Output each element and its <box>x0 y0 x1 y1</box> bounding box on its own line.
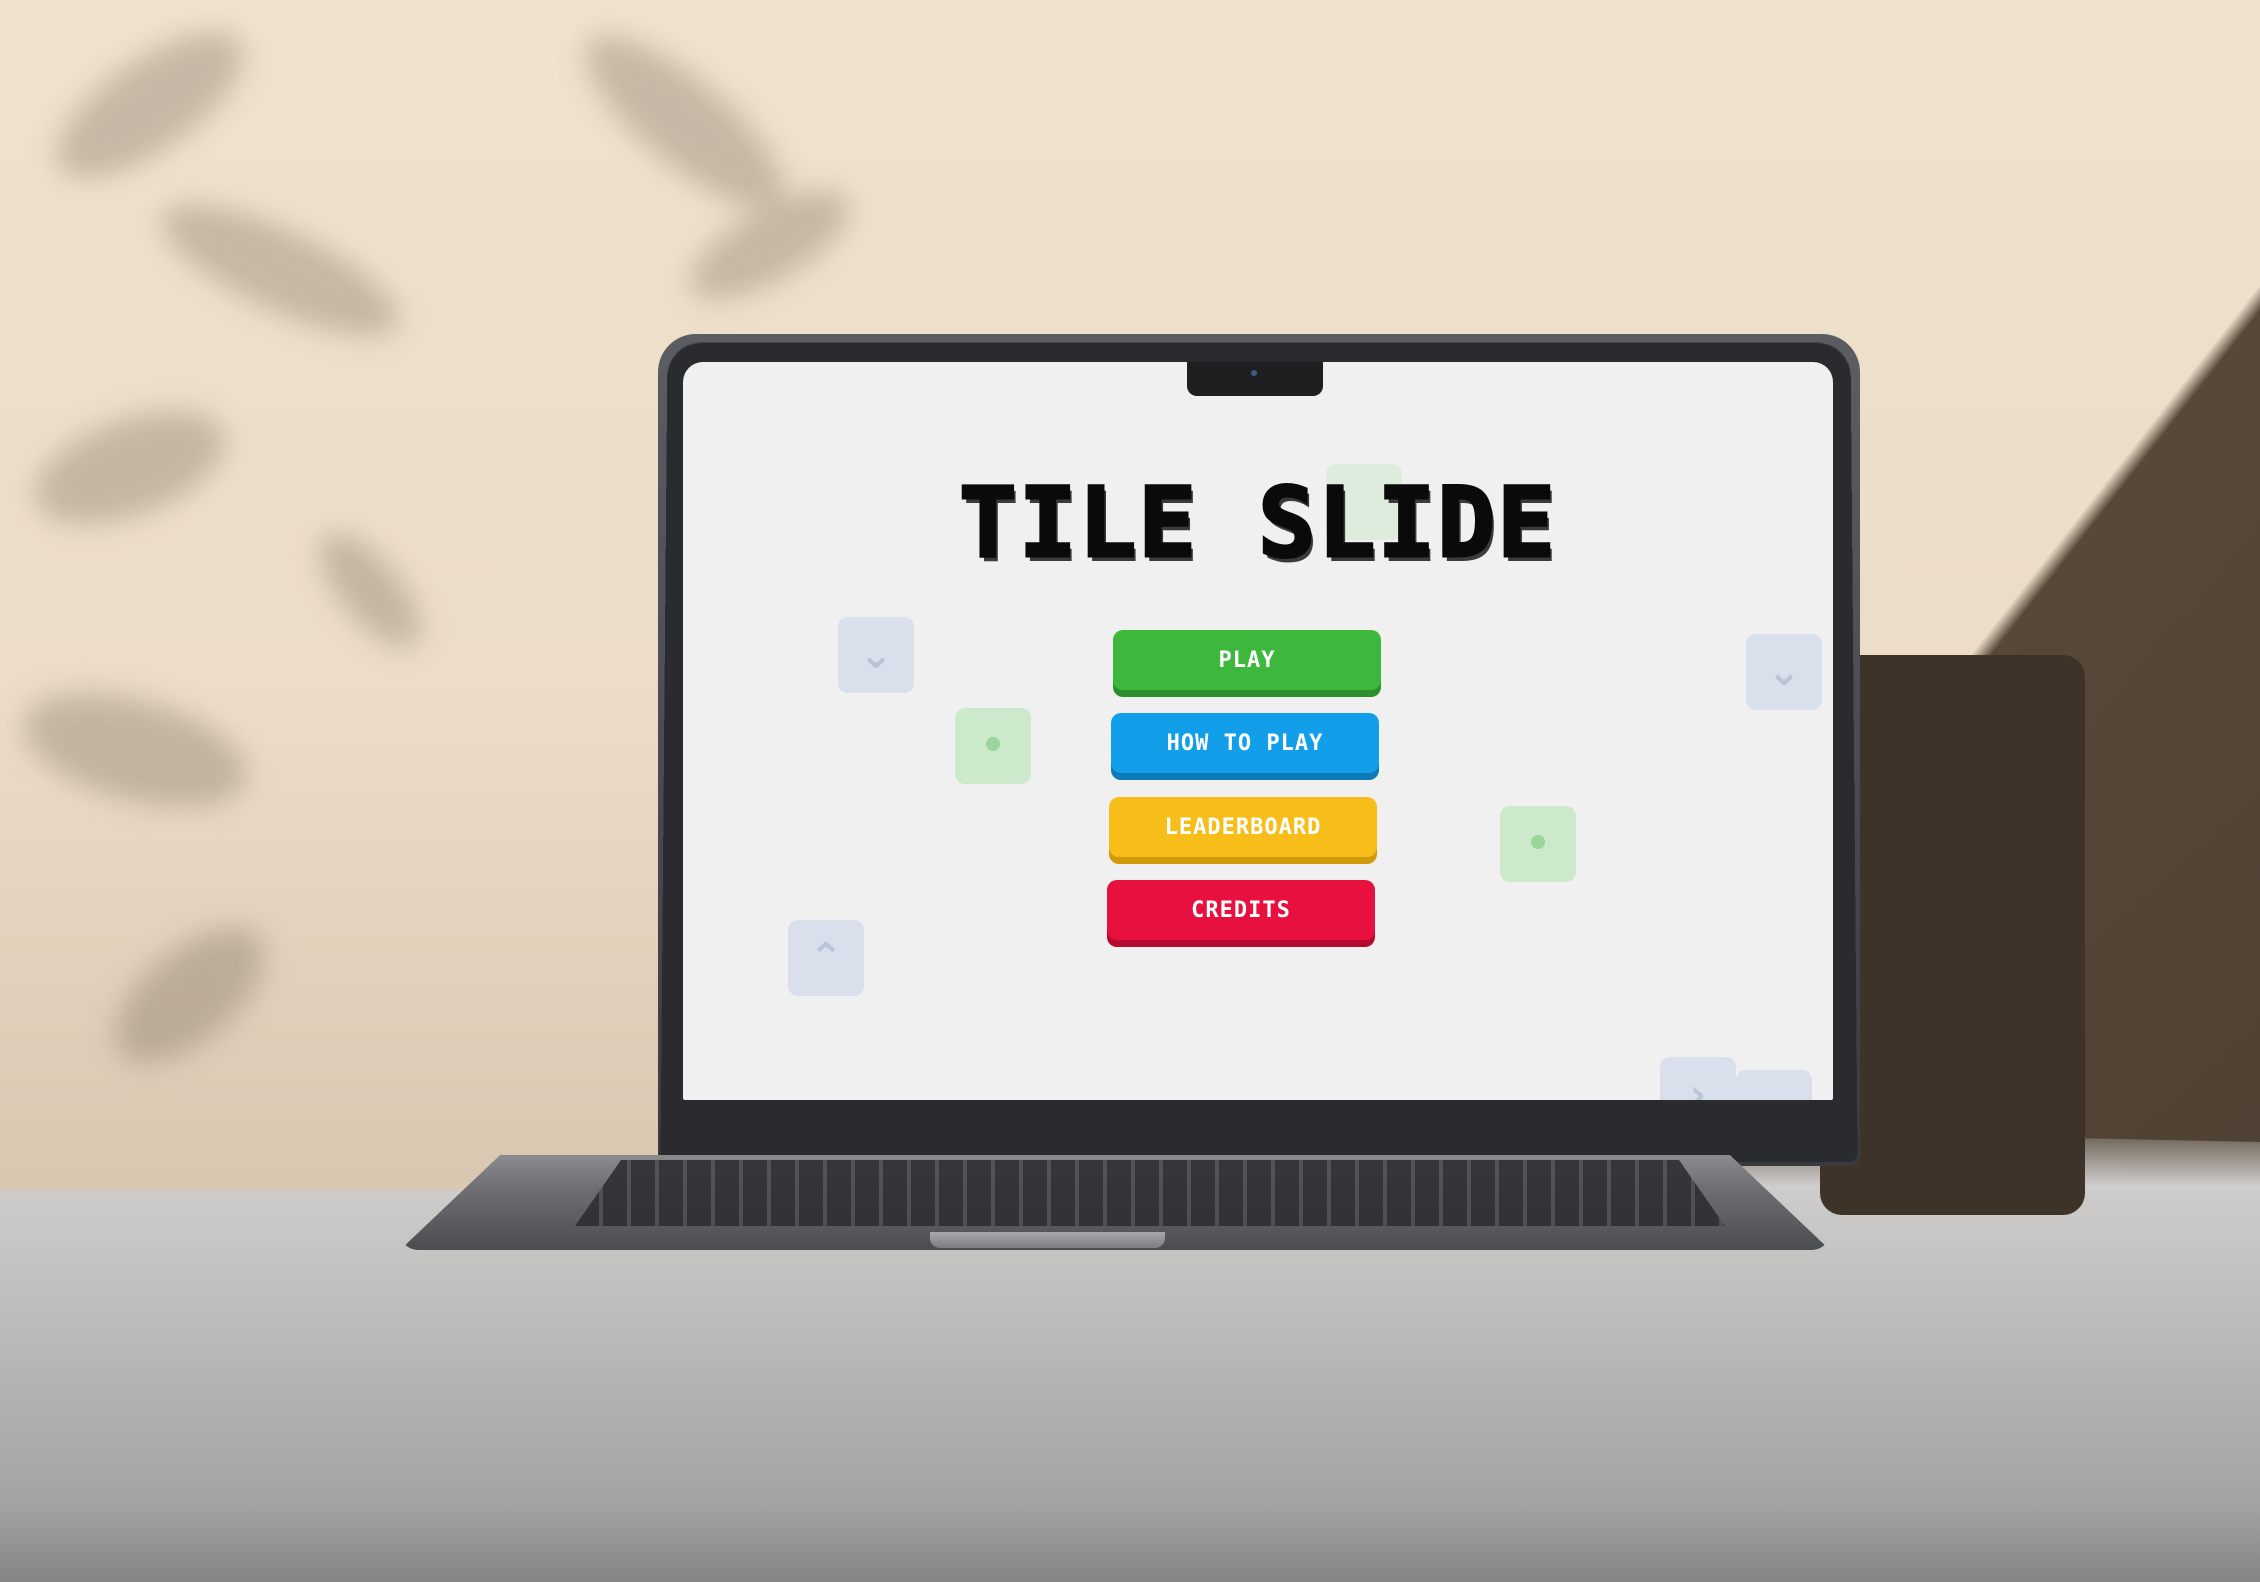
chevron-down-icon: ⌄ <box>859 632 893 678</box>
camera-icon <box>1251 370 1257 376</box>
background-tile: ⌄ <box>1736 1070 1812 1100</box>
screen-notch <box>1187 362 1323 396</box>
play-button[interactable]: PLAY <box>1113 630 1381 690</box>
chevron-down-icon: ⌄ <box>1757 1085 1791 1100</box>
background-tile: • <box>1500 806 1576 882</box>
game-title: TILE SLIDE <box>958 466 1557 581</box>
how-to-play-button[interactable]: HOW TO PLAY <box>1111 713 1379 773</box>
credits-button[interactable]: CREDITS <box>1107 880 1375 940</box>
background-tile: ⌃ <box>788 920 864 996</box>
chevron-down-icon: ⌄ <box>1767 649 1801 695</box>
background-tile: • <box>955 708 1031 784</box>
laptop-lip <box>930 1232 1165 1248</box>
leaderboard-button[interactable]: LEADERBOARD <box>1109 797 1377 857</box>
photo-scene: ⌄ • ⌃ • ⌄ › ⌄ TILE SLIDE PLAY HOW TO PLA… <box>0 0 2260 1582</box>
background-tile: ⌄ <box>1746 634 1822 710</box>
chevron-right-icon: › <box>1689 1072 1707 1100</box>
dot-icon: • <box>1525 821 1551 867</box>
chevron-up-icon: ⌃ <box>809 935 843 981</box>
background-tile: › <box>1660 1057 1736 1100</box>
background-tile: ⌄ <box>838 617 914 693</box>
game-screen: ⌄ • ⌃ • ⌄ › ⌄ TILE SLIDE PLAY HOW TO PLA… <box>683 362 1833 1100</box>
keyboard <box>575 1160 1725 1226</box>
dot-icon: • <box>980 723 1006 769</box>
